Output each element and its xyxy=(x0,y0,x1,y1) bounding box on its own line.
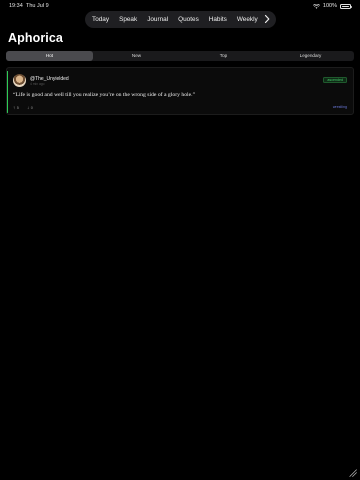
arrow-up-icon: ↑ xyxy=(13,105,16,110)
status-time: 19:34 xyxy=(9,3,23,9)
tab-legendary[interactable]: Legendary xyxy=(267,51,354,61)
upvote-count: 5 xyxy=(16,105,19,110)
status-badge: ascended xyxy=(323,77,347,83)
upvote-button[interactable]: ↑ 5 xyxy=(13,105,19,110)
nav-item-weekly[interactable]: Weekly xyxy=(237,16,258,23)
tab-top[interactable]: Top xyxy=(180,51,267,61)
category-tag[interactable]: wrestling xyxy=(333,105,347,109)
nav-item-quotes[interactable]: Quotes xyxy=(178,16,199,23)
downvote-count: 0 xyxy=(30,105,33,110)
downvote-button[interactable]: ↓ 0 xyxy=(27,105,33,110)
nav-item-speak[interactable]: Speak xyxy=(119,16,137,23)
nav-item-today[interactable]: Today xyxy=(92,16,109,23)
chevron-right-icon[interactable] xyxy=(263,14,271,24)
nav-item-habits[interactable]: Habits xyxy=(209,16,227,23)
avatar[interactable] xyxy=(13,74,26,87)
status-indicators: 100% xyxy=(312,3,352,9)
quote-card[interactable]: @The_Unyielded 4 min ago ascended “Life … xyxy=(6,67,354,115)
arrow-down-icon: ↓ xyxy=(27,105,30,110)
page-title: Aphorica xyxy=(8,31,63,45)
tab-hot[interactable]: Hot xyxy=(6,51,93,61)
quote-text: “Life is good and well till you realize … xyxy=(13,92,196,98)
resize-handle-icon[interactable] xyxy=(349,469,357,477)
wifi-icon xyxy=(312,3,320,9)
nav-item-journal[interactable]: Journal xyxy=(147,16,168,23)
tab-new[interactable]: New xyxy=(93,51,180,61)
post-timestamp: 4 min ago xyxy=(30,82,45,86)
battery-percent: 100% xyxy=(322,3,337,9)
battery-icon xyxy=(340,3,352,9)
feed-tabs: Hot New Top Legendary xyxy=(6,51,354,61)
top-nav: Today Speak Journal Quotes Habits Weekly xyxy=(85,11,276,28)
status-date: Thu Jul 9 xyxy=(26,3,49,9)
card-accent-bar xyxy=(7,71,9,113)
